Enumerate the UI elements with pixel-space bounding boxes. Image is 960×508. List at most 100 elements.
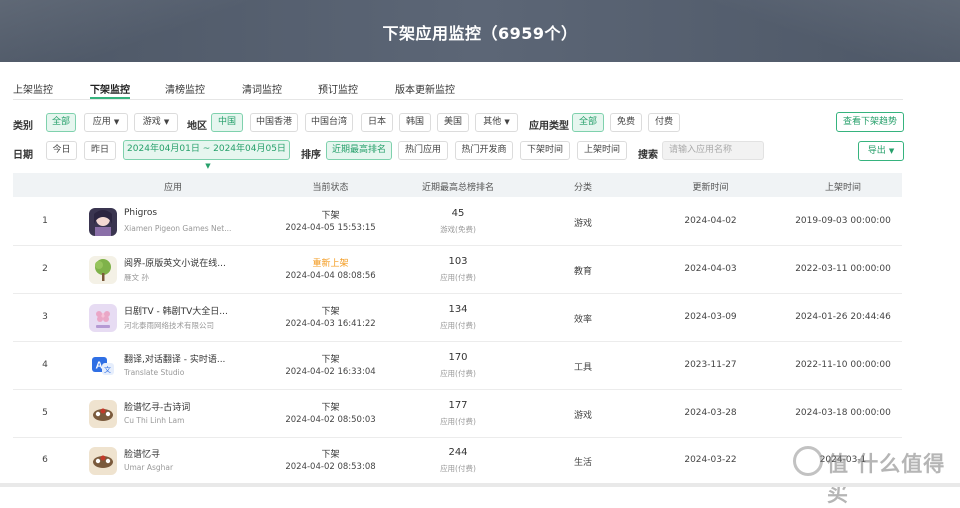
date-today-chip[interactable]: 今日 xyxy=(46,141,77,160)
app-name[interactable]: 脸谱忆寻 xyxy=(124,447,239,460)
chevron-down-icon: ▼ xyxy=(163,118,170,126)
listed-time: 2024-03-18 00:00:00 xyxy=(795,408,891,418)
chevron-down-icon: ▼ xyxy=(888,147,895,155)
region-more-dropdown[interactable]: 其他 ▼ xyxy=(475,113,518,132)
row-index: 5 xyxy=(42,408,48,418)
app-name[interactable]: 翻译,对话翻译 - 实时语... xyxy=(124,352,239,365)
updated-time: 2024-03-09 xyxy=(684,312,737,322)
site-watermark: 值 什么值得买 xyxy=(790,443,960,506)
sort-popular-apps-chip[interactable]: 热门应用 xyxy=(398,141,448,160)
table-row[interactable]: 1 Phigros Xiamen Pigeon Games Net... 下架 … xyxy=(13,198,902,246)
table-row[interactable]: 5 脸谱忆寻-古诗词 Cu Thi Linh Lam 下架 2024-04-02… xyxy=(13,390,902,438)
updated-time: 2024-03-28 xyxy=(684,408,737,418)
status-time: 2024-04-03 16:41:22 xyxy=(285,319,376,329)
rank-category: 应用(付费) xyxy=(440,464,476,473)
export-label: 导出 xyxy=(867,146,886,156)
header-banner: 下架应用监控（6959个） xyxy=(0,0,960,62)
app-name[interactable]: 日剧TV - 韩剧TV大全日... xyxy=(124,304,239,317)
view-delisting-trend-button[interactable]: 查看下架趋势 xyxy=(836,112,904,132)
status-time: 2024-04-02 08:50:03 xyxy=(285,415,376,425)
phigros-icon xyxy=(89,208,117,236)
col-category: 分类 xyxy=(573,183,592,193)
rank-value: 134 xyxy=(448,304,468,315)
category-app-dropdown[interactable]: 应用 ▼ xyxy=(84,113,128,132)
tab-delisting[interactable]: 下架监控 xyxy=(90,81,130,99)
category-value: 教育 xyxy=(573,267,592,277)
category-all-chip[interactable]: 全部 xyxy=(46,113,76,132)
app-type-all-chip[interactable]: 全部 xyxy=(572,113,604,132)
search-placeholder: 请输入应用名称 xyxy=(669,145,733,155)
rank-value: 45 xyxy=(451,208,465,219)
status-time: 2024-04-05 15:53:15 xyxy=(285,223,376,233)
watermark-text: 值 什么值得买 xyxy=(827,452,946,506)
col-app: 应用 xyxy=(163,183,182,193)
monitor-tabs: 上架监控 下架监控 清榜监控 清词监控 预订监控 版本更新监控 xyxy=(13,80,903,100)
app-name[interactable]: Phigros xyxy=(124,208,239,218)
region-chip-us[interactable]: 美国 xyxy=(437,113,469,132)
row-index: 2 xyxy=(42,264,48,274)
app-developer: Cu Thi Linh Lam xyxy=(124,416,185,425)
app-developer: Translate Studio xyxy=(124,368,185,377)
table-header: 应用 当前状态 近期最高总榜排名 分类 更新时间 上架时间 xyxy=(13,173,902,197)
status-badge: 下架 xyxy=(321,355,340,365)
category-app-label: 应用 xyxy=(92,117,111,127)
sort-delist-time-chip[interactable]: 下架时间 xyxy=(520,141,570,160)
region-chip-jp[interactable]: 日本 xyxy=(361,113,393,132)
row-index: 1 xyxy=(42,216,48,226)
export-button[interactable]: 导出 ▼ xyxy=(858,141,904,161)
table-row[interactable]: 2 阅界-原版英文小说在线... 雁文 孙 重新上架 2024-04-04 08… xyxy=(13,246,902,294)
updated-time: 2024-03-22 xyxy=(684,455,737,465)
col-status: 当前状态 xyxy=(312,183,349,193)
status-badge: 下架 xyxy=(321,403,340,413)
sort-list-time-chip[interactable]: 上架时间 xyxy=(577,141,627,160)
rank-category: 应用(付费) xyxy=(440,321,476,330)
date-label: 日期 xyxy=(13,150,33,161)
date-yesterday-chip[interactable]: 昨日 xyxy=(84,141,116,160)
rank-category: 应用(付费) xyxy=(440,417,476,426)
region-chip-hk[interactable]: 中国香港 xyxy=(250,113,298,132)
status-badge: 下架 xyxy=(321,450,340,460)
tab-keyword-clear[interactable]: 清词监控 xyxy=(242,81,282,99)
tab-version-update[interactable]: 版本更新监控 xyxy=(395,81,455,99)
status-badge: 下架 xyxy=(321,307,340,317)
sort-label: 排序 xyxy=(301,150,321,161)
table-row[interactable]: 3 日剧TV - 韩剧TV大全日... 河北泰雨网络技术有限公司 下架 2024… xyxy=(13,294,902,342)
row-index: 4 xyxy=(42,360,48,370)
region-chip-cn[interactable]: 中国 xyxy=(211,113,243,132)
sort-recent-top-rank-chip[interactable]: 近期最高排名 xyxy=(326,141,392,160)
category-game-dropdown[interactable]: 游戏 ▼ xyxy=(134,113,178,132)
table-row[interactable]: 6 脸谱忆寻 Umar Asghar 下架 2024-04-02 08:53:0… xyxy=(13,437,902,485)
app-name[interactable]: 阅界-原版英文小说在线... xyxy=(124,256,239,269)
region-chip-tw[interactable]: 中国台湾 xyxy=(305,113,353,132)
app-developer: Umar Asghar xyxy=(124,463,174,472)
tab-preorder[interactable]: 预订监控 xyxy=(318,81,358,99)
listed-time: 2019-09-03 00:00:00 xyxy=(795,216,891,226)
date-range-picker[interactable]: 2024年04月01日 ~ 2024年04月05日 ▼ xyxy=(123,140,290,170)
app-name[interactable]: 脸谱忆寻-古诗词 xyxy=(124,400,239,413)
tab-chart-clear[interactable]: 清榜监控 xyxy=(165,81,205,99)
status-time: 2024-04-02 16:33:04 xyxy=(285,367,376,377)
col-listed: 上架时间 xyxy=(824,183,861,193)
search-label: 搜索 xyxy=(638,150,658,161)
chevron-down-icon: ▼ xyxy=(504,118,510,126)
row-index: 3 xyxy=(42,312,48,322)
sort-popular-developers-chip[interactable]: 热门开发商 xyxy=(455,141,513,160)
status-badge: 下架 xyxy=(321,211,340,221)
mask-icon xyxy=(89,447,117,475)
search-input[interactable]: 请输入应用名称 xyxy=(662,141,764,160)
category-value: 工具 xyxy=(573,363,592,373)
listed-time: 2024-01-26 20:44:46 xyxy=(795,312,891,322)
horizontal-scrollbar[interactable] xyxy=(0,483,960,487)
app-type-label: 应用类型 xyxy=(529,121,569,132)
app-type-free-chip[interactable]: 免费 xyxy=(610,113,642,132)
updated-time: 2023-11-27 xyxy=(684,360,737,370)
app-type-paid-chip[interactable]: 付费 xyxy=(648,113,680,132)
translate-icon: A文 xyxy=(89,352,117,380)
tab-listing[interactable]: 上架监控 xyxy=(13,81,53,99)
region-chip-kr[interactable]: 韩国 xyxy=(399,113,431,132)
category-value: 游戏 xyxy=(573,411,592,421)
table-row[interactable]: 4 A文 翻译,对话翻译 - 实时语... Translate Studio 下… xyxy=(13,342,902,390)
rank-value: 103 xyxy=(448,256,468,267)
status-time: 2024-04-04 08:08:56 xyxy=(285,271,376,281)
rank-value: 177 xyxy=(448,400,468,411)
